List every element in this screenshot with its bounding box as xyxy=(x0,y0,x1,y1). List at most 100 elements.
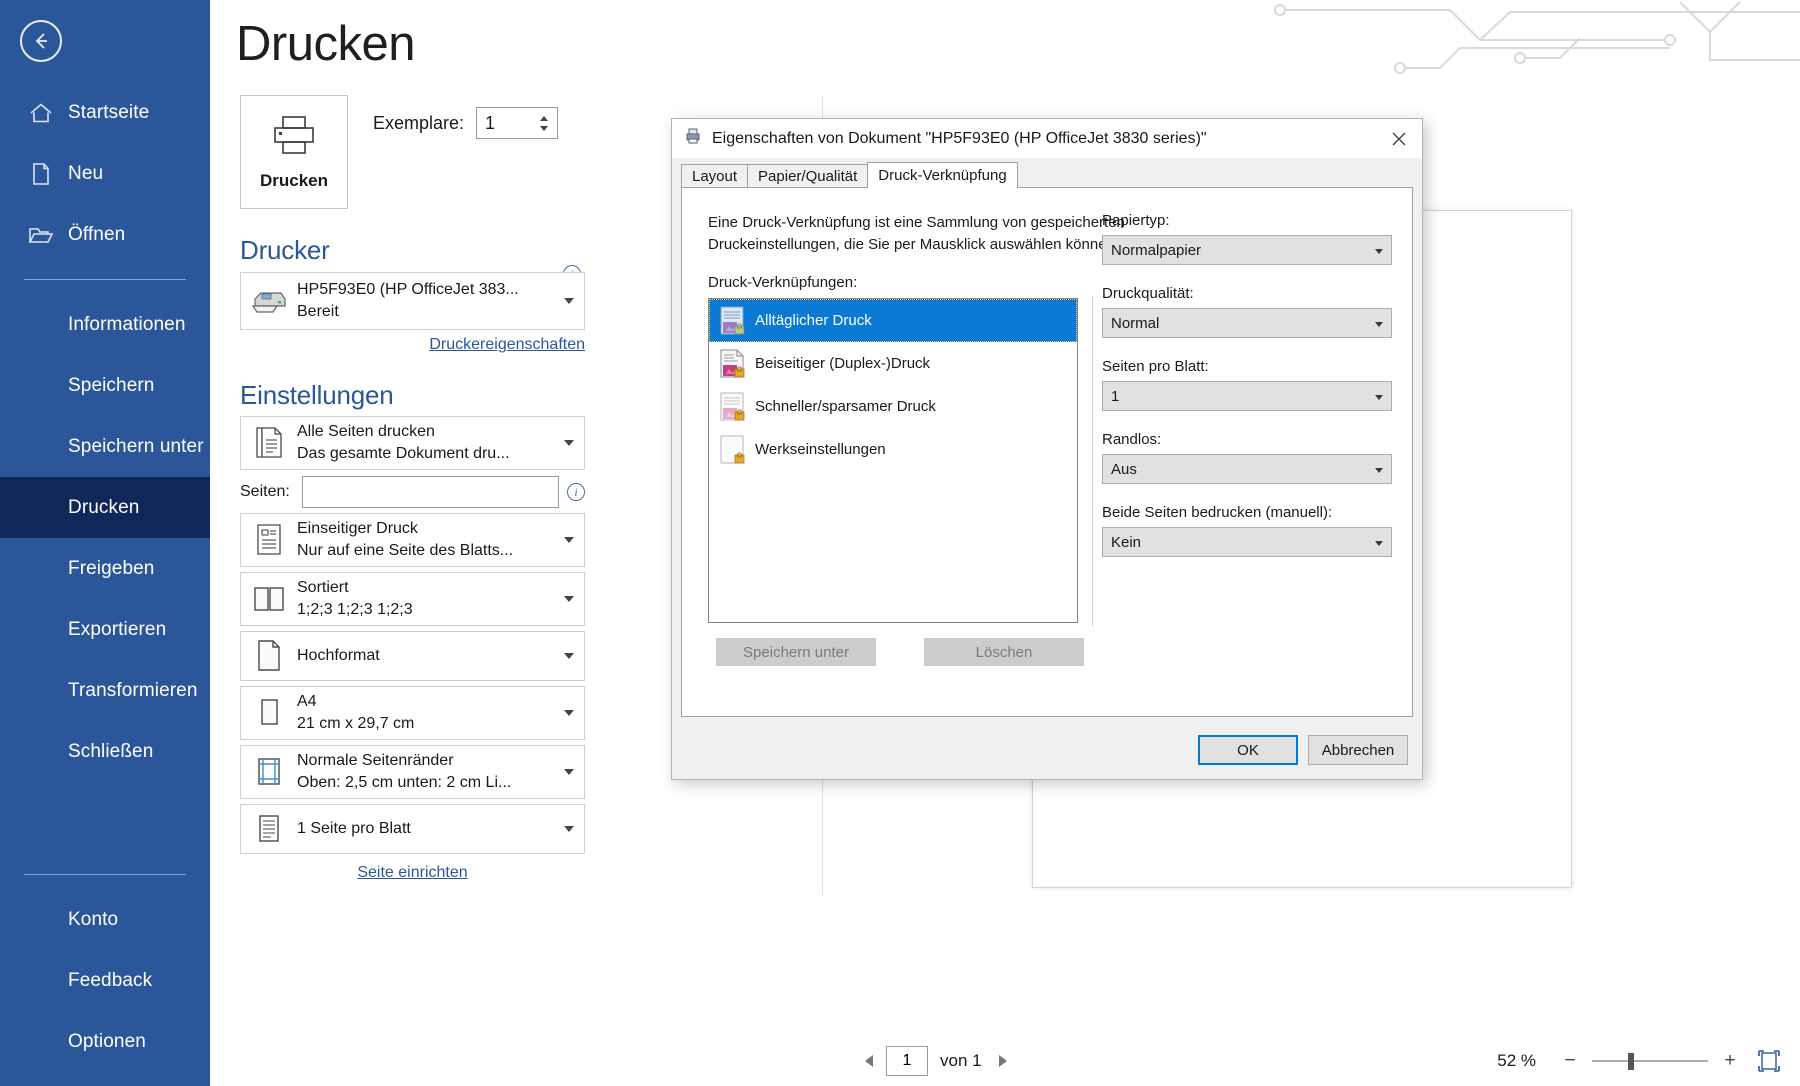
list-item-economy[interactable]: Schneller/sparsamer Druck xyxy=(709,385,1077,428)
printer-properties-icon xyxy=(684,127,702,150)
dialog-title-text: Eigenschaften von Dokument "HP5F93E0 (HP… xyxy=(712,129,1207,147)
list-item-everyday[interactable]: Alltäglicher Druck xyxy=(709,299,1077,342)
sidebar-divider-bottom xyxy=(24,874,186,875)
beide-seiten-combobox[interactable]: Kein xyxy=(1102,527,1392,557)
sidebar-item-drucken[interactable]: Drucken xyxy=(0,477,210,538)
chevron-down-icon[interactable] xyxy=(554,710,584,716)
field-seiten-pro-blatt: Seiten pro Blatt: 1 xyxy=(1102,358,1392,411)
list-item-label: Werkseinstellungen xyxy=(755,441,886,458)
setting-margins[interactable]: Normale Seitenränder Oben: 2,5 cm unten:… xyxy=(240,745,585,799)
list-item-factory[interactable]: Werkseinstellungen xyxy=(709,428,1077,471)
setting-primary: Alle Seiten drucken xyxy=(297,423,435,440)
chevron-down-icon[interactable] xyxy=(1375,382,1383,412)
sidebar-item-transformieren[interactable]: Transformieren xyxy=(0,660,210,721)
delete-button[interactable]: Löschen xyxy=(924,638,1084,666)
close-icon[interactable] xyxy=(1376,119,1422,158)
pages-info-icon[interactable]: i xyxy=(567,483,585,501)
shortcuts-listbox[interactable]: Alltäglicher Druck Beiseitiger (Duplex-)… xyxy=(708,298,1078,623)
seiten-pro-blatt-combobox[interactable]: 1 xyxy=(1102,381,1392,411)
chevron-down-icon[interactable] xyxy=(1375,309,1383,339)
pages-per-sheet-icon xyxy=(241,813,297,845)
sidebar-item-freigeben[interactable]: Freigeben xyxy=(0,538,210,599)
setting-collate[interactable]: Sortiert 1;2;3 1;2;3 1;2;3 xyxy=(240,572,585,626)
printer-selector[interactable]: HP5F93E0 (HP OfficeJet 383... Bereit xyxy=(240,272,585,330)
tab-druck-verknuepfung[interactable]: Druck-Verknüpfung xyxy=(867,162,1018,188)
chevron-down-icon[interactable] xyxy=(554,298,584,304)
chevron-down-icon[interactable] xyxy=(554,440,584,446)
randlos-combobox[interactable]: Aus xyxy=(1102,454,1392,484)
zoom-slider-track xyxy=(1592,1060,1708,1062)
copies-spinner[interactable] xyxy=(533,108,555,138)
sidebar-item-schliessen[interactable]: Schließen xyxy=(0,721,210,782)
dialog-fields-column: Papiertyp: Normalpapier Druckqualität: N… xyxy=(1102,212,1392,577)
sidebar-item-exportieren[interactable]: Exportieren xyxy=(0,599,210,660)
chevron-down-icon[interactable] xyxy=(1375,455,1383,485)
papiertyp-combobox[interactable]: Normalpapier xyxy=(1102,235,1392,265)
page-setup-link[interactable]: Seite einrichten xyxy=(357,864,467,881)
setting-duplex[interactable]: Einseitiger Druck Nur auf eine Seite des… xyxy=(240,513,585,567)
copies-stepper[interactable] xyxy=(476,107,559,139)
printer-device-icon xyxy=(241,286,297,316)
save-as-button[interactable]: Speichern unter xyxy=(716,638,876,666)
setting-primary: Einseitiger Druck xyxy=(297,520,418,537)
back-button[interactable] xyxy=(20,20,62,62)
page-number-input[interactable] xyxy=(886,1046,928,1076)
spinner-down-icon[interactable] xyxy=(540,125,549,131)
chevron-down-icon[interactable] xyxy=(1375,528,1383,558)
zoom-slider[interactable] xyxy=(1592,1049,1708,1073)
setting-paper-size[interactable]: A4 21 cm x 29,7 cm xyxy=(240,686,585,740)
description-line-2: Druckeinstellungen, die Sie per Mausklic… xyxy=(708,236,1115,253)
ok-button[interactable]: OK xyxy=(1198,735,1298,765)
setting-primary: 1 Seite pro Blatt xyxy=(297,820,411,837)
all-pages-icon xyxy=(241,426,297,460)
chevron-down-icon[interactable] xyxy=(1375,236,1383,266)
sidebar-item-speichern-unter[interactable]: Speichern unter xyxy=(0,416,210,477)
prev-page-icon[interactable] xyxy=(856,1048,882,1074)
field-label: Beide Seiten bedrucken (manuell): xyxy=(1102,504,1333,521)
sidebar-item-optionen[interactable]: Optionen xyxy=(0,1011,210,1072)
one-sided-icon xyxy=(241,523,297,557)
tab-papier-qualitaet[interactable]: Papier/Qualität xyxy=(747,164,869,188)
sidebar-item-feedback[interactable]: Feedback xyxy=(0,950,210,1011)
dialog-footer: OK Abbrechen xyxy=(672,719,1422,779)
printer-section-heading: Drucker xyxy=(240,235,330,265)
chevron-down-icon[interactable] xyxy=(554,826,584,832)
next-page-icon[interactable] xyxy=(990,1048,1016,1074)
setting-primary: Hochformat xyxy=(297,647,380,664)
sidebar-item-oeffnen[interactable]: Öffnen xyxy=(0,204,210,265)
sidebar-item-informationen[interactable]: Informationen xyxy=(0,294,210,355)
fit-to-page-icon[interactable] xyxy=(1756,1048,1782,1074)
setting-print-range[interactable]: Alle Seiten drucken Das gesamte Dokument… xyxy=(240,416,585,470)
zoom-percent-label[interactable]: 52 % xyxy=(1497,1051,1536,1071)
chevron-down-icon[interactable] xyxy=(554,653,584,659)
tab-layout[interactable]: Layout xyxy=(681,164,749,188)
print-button[interactable]: Drucken xyxy=(240,95,348,209)
portrait-icon xyxy=(241,639,297,673)
printer-name: HP5F93E0 (HP OfficeJet 383... xyxy=(297,281,519,298)
zoom-out-button[interactable]: − xyxy=(1558,1049,1582,1073)
sidebar-item-speichern[interactable]: Speichern xyxy=(0,355,210,416)
spinner-up-icon[interactable] xyxy=(540,115,549,121)
sidebar-item-neu[interactable]: Neu xyxy=(0,143,210,204)
decorative-circuit-graphic xyxy=(980,0,1800,75)
zoom-slider-thumb[interactable] xyxy=(1628,1053,1634,1070)
chevron-down-icon[interactable] xyxy=(554,537,584,543)
pages-field-group: Seiten: i xyxy=(240,476,585,508)
setting-secondary: 1;2;3 1;2;3 1;2;3 xyxy=(297,601,413,618)
setting-secondary: Nur auf eine Seite des Blatts... xyxy=(297,542,514,559)
sidebar-item-konto[interactable]: Konto xyxy=(0,889,210,950)
chevron-down-icon[interactable] xyxy=(554,769,584,775)
setting-orientation[interactable]: Hochformat xyxy=(240,631,585,681)
chevron-down-icon[interactable] xyxy=(554,596,584,602)
zoom-in-button[interactable]: + xyxy=(1718,1049,1742,1073)
pages-input[interactable] xyxy=(302,476,559,508)
list-item-duplex[interactable]: Beiseitiger (Duplex-)Druck xyxy=(709,342,1077,385)
sidebar-item-startseite[interactable]: Startseite xyxy=(0,82,210,143)
sidebar-item-label: Freigeben xyxy=(68,557,155,579)
druckqualitaet-combobox[interactable]: Normal xyxy=(1102,308,1392,338)
setting-pages-per-sheet[interactable]: 1 Seite pro Blatt xyxy=(240,804,585,854)
copies-input[interactable] xyxy=(477,108,534,138)
cancel-button[interactable]: Abbrechen xyxy=(1308,735,1408,765)
printer-properties-link[interactable]: Druckereigenschaften xyxy=(429,336,585,353)
shortcuts-list-label: Druck-Verknüpfungen: xyxy=(708,274,858,291)
